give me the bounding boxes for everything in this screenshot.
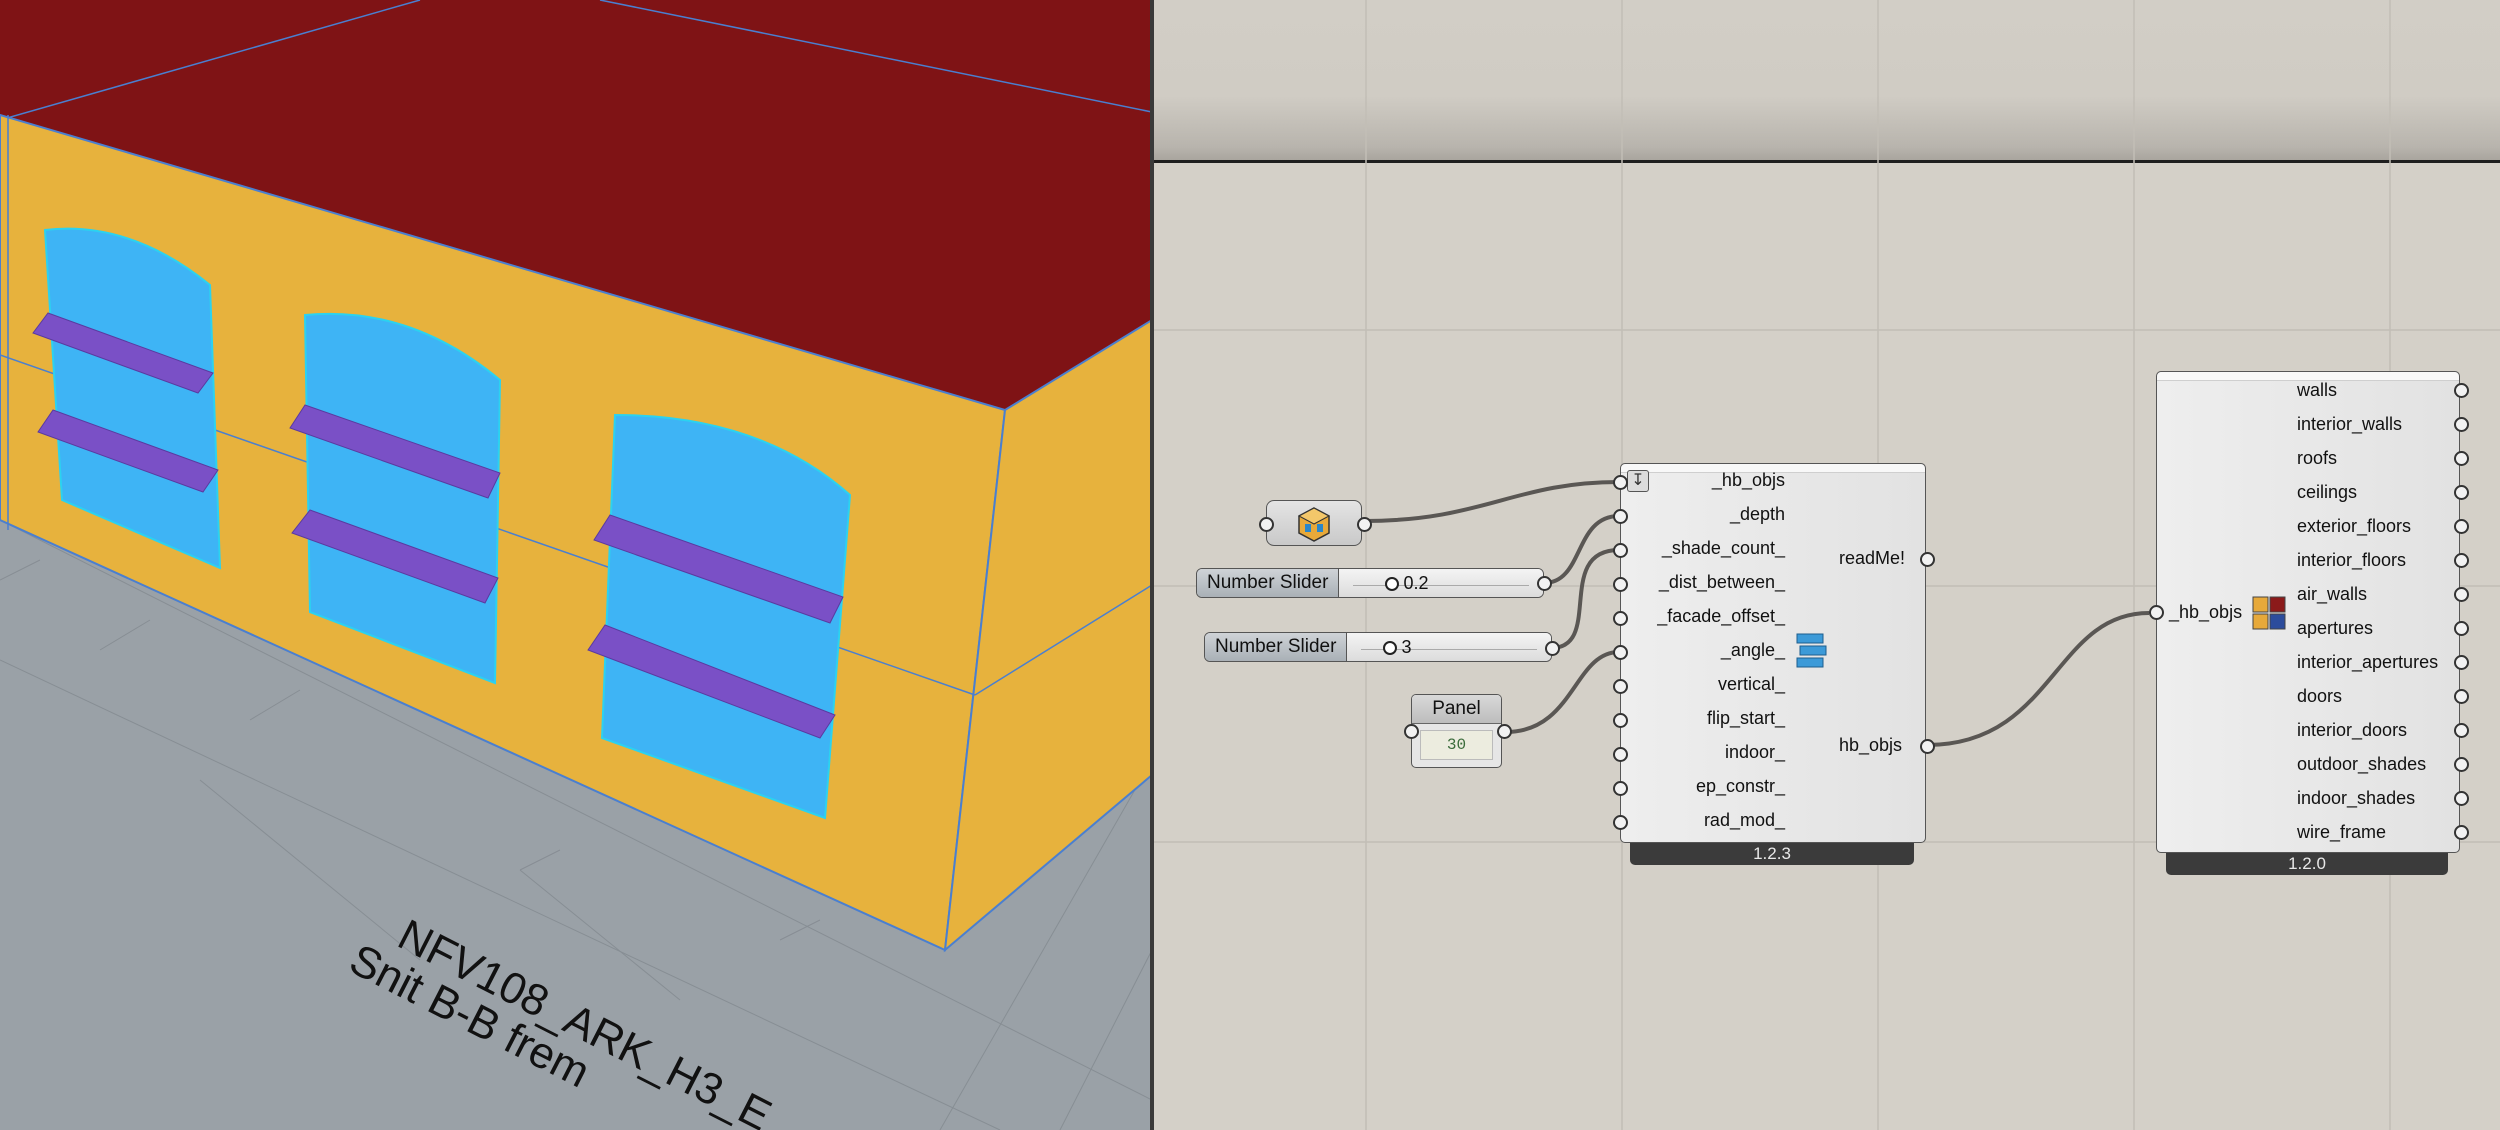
wire	[1363, 480, 1620, 523]
output-grip[interactable]	[2454, 723, 2469, 738]
input-grip[interactable]	[1613, 543, 1628, 558]
download-arrow-icon[interactable]: ↧	[1627, 470, 1649, 492]
output-grip[interactable]	[2454, 621, 2469, 636]
input-grip[interactable]	[1613, 509, 1628, 524]
deconstruct-model-icon	[2252, 596, 2286, 630]
input-rad-mod[interactable]: rad_mod_	[1704, 810, 1785, 831]
number-slider-shade-count[interactable]: Number Slider 3	[1204, 632, 1552, 662]
output-outdoor-shades[interactable]: outdoor_shades	[2297, 754, 2426, 775]
input-depth[interactable]: _depth	[1730, 504, 1785, 525]
output-exterior-floors[interactable]: exterior_floors	[2297, 516, 2411, 537]
slider-ticks	[1353, 575, 1529, 586]
input-grip[interactable]	[2149, 605, 2164, 620]
output-apertures[interactable]: apertures	[2297, 618, 2373, 639]
deconstruct-model-component[interactable]: _hb_objs walls interior_walls roofs ceil…	[2156, 371, 2460, 853]
wire	[1505, 650, 1620, 734]
louvers-icon	[1795, 632, 1827, 672]
output-grip[interactable]	[2454, 791, 2469, 806]
input-grip[interactable]	[1613, 475, 1628, 490]
input-angle[interactable]: _angle_	[1721, 640, 1785, 661]
output-grip[interactable]	[2454, 451, 2469, 466]
input-ep-constr[interactable]: ep_constr_	[1696, 776, 1785, 797]
input-vertical[interactable]: vertical_	[1718, 674, 1785, 695]
output-interior-walls[interactable]: interior_walls	[2297, 414, 2402, 435]
panel-angle[interactable]: Panel 30	[1411, 694, 1502, 768]
input-shade-count[interactable]: _shade_count_	[1662, 538, 1785, 559]
input-grip[interactable]	[1613, 577, 1628, 592]
output-grip[interactable]	[2454, 553, 2469, 568]
input-grip[interactable]	[1613, 645, 1628, 660]
slider-value: 0.2	[1403, 573, 1429, 593]
wire	[1926, 611, 2150, 747]
input-grip[interactable]	[1613, 679, 1628, 694]
slider-track[interactable]: 0.2	[1339, 569, 1543, 597]
output-grip[interactable]	[2454, 417, 2469, 432]
deconstruct-version-label: 1.2.0	[2166, 853, 2448, 875]
hb-model-param[interactable]	[1266, 500, 1362, 546]
output-grip[interactable]	[1920, 552, 1935, 567]
input-grip[interactable]	[1613, 611, 1628, 626]
output-grip[interactable]	[1920, 739, 1935, 754]
slider-output-grip[interactable]	[1537, 576, 1552, 591]
output-grip[interactable]	[2454, 587, 2469, 602]
input-indoor[interactable]: indoor_	[1725, 742, 1785, 763]
wire	[1550, 548, 1620, 650]
slider-output-grip[interactable]	[1545, 641, 1560, 656]
input-dist-between[interactable]: _dist_between_	[1659, 572, 1785, 593]
slider-label: Number Slider	[1205, 633, 1348, 661]
output-interior-floors[interactable]: interior_floors	[2297, 550, 2406, 571]
output-readme[interactable]: readMe!	[1839, 548, 1905, 569]
output-hb-objs[interactable]: hb_objs	[1839, 735, 1902, 756]
input-flip-start[interactable]: flip_start_	[1707, 708, 1785, 729]
output-grip[interactable]	[2454, 689, 2469, 704]
slider-label: Number Slider	[1197, 569, 1340, 597]
slider-knob[interactable]	[1383, 641, 1398, 655]
panel-output-grip[interactable]	[1497, 724, 1512, 739]
louvers-by-count-component[interactable]: ↧ _hb_objs _depth _shade_count_ _dist_be…	[1620, 463, 1926, 843]
input-hb-objs[interactable]: _hb_objs	[1712, 470, 1785, 491]
panel-value[interactable]: 30	[1420, 730, 1493, 760]
hb-model-icon	[1297, 507, 1331, 542]
output-grip[interactable]	[2454, 485, 2469, 500]
output-interior-doors[interactable]: interior_doors	[2297, 720, 2407, 741]
rhino-viewport[interactable]: NFV108_ARK_H3_E Snit B-B frem	[0, 0, 1152, 1130]
output-grip[interactable]	[2454, 383, 2469, 398]
output-ceilings[interactable]: ceilings	[2297, 482, 2357, 503]
viewport-scene: NFV108_ARK_H3_E Snit B-B frem	[0, 0, 1152, 1130]
slider-knob[interactable]	[1385, 577, 1400, 591]
input-hb-objs[interactable]: _hb_objs	[2169, 602, 2242, 623]
output-indoor-shades[interactable]: indoor_shades	[2297, 788, 2415, 809]
output-grip[interactable]	[2454, 825, 2469, 840]
slider-value: 3	[1401, 637, 1412, 657]
panel-input-grip[interactable]	[1404, 724, 1419, 739]
output-interior-apertures[interactable]: interior_apertures	[2297, 652, 2438, 673]
output-roofs[interactable]: roofs	[2297, 448, 2337, 469]
number-slider-depth[interactable]: Number Slider 0.2	[1196, 568, 1544, 598]
output-grip[interactable]	[2454, 655, 2469, 670]
param-output-grip[interactable]	[1357, 517, 1372, 532]
output-grip[interactable]	[2454, 757, 2469, 772]
input-grip[interactable]	[1613, 747, 1628, 762]
output-wire-frame[interactable]: wire_frame	[2297, 822, 2386, 843]
input-grip[interactable]	[1613, 781, 1628, 796]
input-facade-offset[interactable]: _facade_offset_	[1657, 606, 1785, 627]
output-grip[interactable]	[2454, 519, 2469, 534]
input-grip[interactable]	[1613, 713, 1628, 728]
input-grip[interactable]	[1613, 815, 1628, 830]
output-doors[interactable]: doors	[2297, 686, 2342, 707]
louvers-version-label: 1.2.3	[1630, 843, 1914, 865]
output-walls[interactable]: walls	[2297, 380, 2337, 401]
slider-track[interactable]: 3	[1347, 633, 1551, 661]
panel-title: Panel	[1412, 695, 1501, 724]
param-input-grip[interactable]	[1259, 517, 1274, 532]
output-air-walls[interactable]: air_walls	[2297, 584, 2367, 605]
